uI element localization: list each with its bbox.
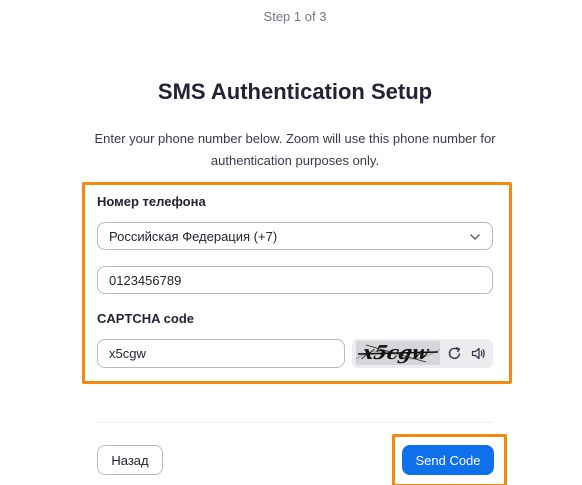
country-select-value: Российская Федерация (+7)	[109, 228, 278, 244]
refresh-icon[interactable]	[446, 345, 463, 362]
captcha-image: x5cgw	[356, 341, 440, 365]
chevron-down-icon	[469, 229, 481, 244]
captcha-input[interactable]: x5cgw	[97, 339, 345, 368]
send-code-button[interactable]: Send Code	[402, 445, 494, 475]
captcha-input-value: x5cgw	[109, 346, 146, 361]
phone-input-value: 0123456789	[109, 272, 182, 288]
sms-setup-page: Step 1 of 3 SMS Authentication Setup Ent…	[0, 0, 582, 485]
step-indicator: Step 1 of 3	[263, 9, 327, 24]
phone-label: Номер телефона	[97, 194, 206, 209]
captcha-label: CAPTCHA code	[97, 311, 195, 326]
back-button[interactable]: Назад	[97, 445, 163, 475]
phone-input[interactable]: 0123456789	[97, 266, 493, 294]
country-select[interactable]: Российская Федерация (+7)	[97, 222, 493, 250]
page-title: SMS Authentication Setup	[157, 79, 433, 104]
captcha-panel: x5cgw	[352, 339, 493, 368]
speaker-icon[interactable]	[470, 345, 487, 362]
page-description: Enter your phone number below. Zoom will…	[94, 131, 496, 168]
footer-divider	[97, 422, 493, 423]
